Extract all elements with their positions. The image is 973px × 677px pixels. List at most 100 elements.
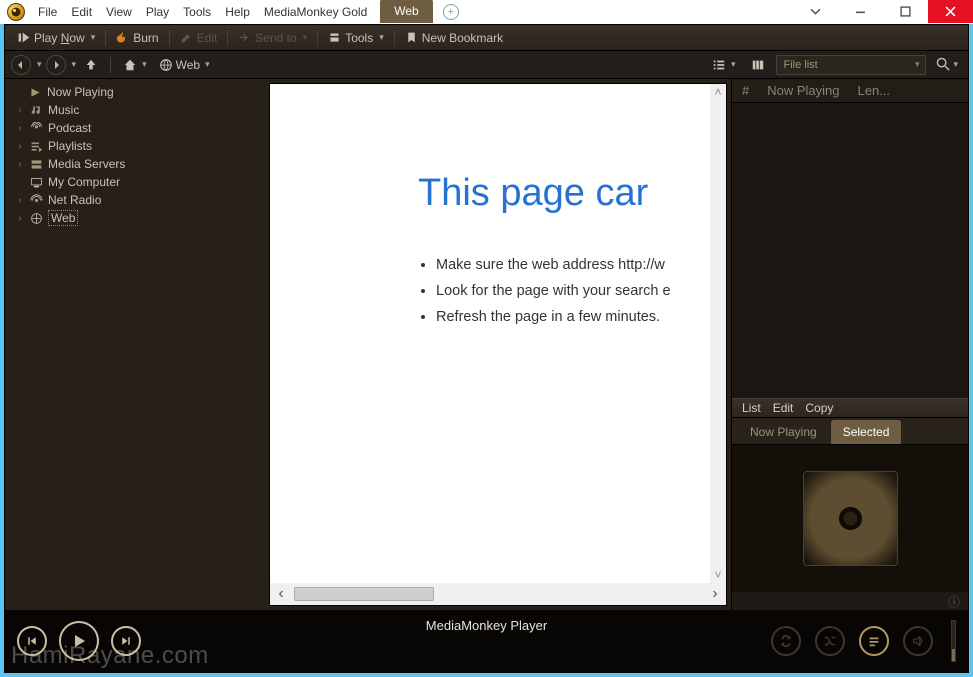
tab-selected[interactable]: Selected [831, 420, 902, 444]
tree-item-music[interactable]: › Music [5, 101, 265, 119]
file-list-label: File list [783, 59, 817, 71]
rp-menu-edit[interactable]: Edit [773, 401, 794, 415]
expand-icon[interactable]: › [15, 195, 25, 206]
horizontal-scrollbar[interactable]: ‹ › [270, 583, 726, 605]
tree-label: Web [48, 210, 78, 226]
radio-icon [30, 194, 43, 207]
search-button[interactable]: ▾ [932, 57, 962, 72]
player-bar: MediaMonkey Player HamiRayane.com [5, 610, 968, 672]
tree-item-web[interactable]: › Web [5, 209, 265, 227]
shuffle-icon [823, 634, 837, 648]
now-playing-icon [29, 86, 42, 99]
tools-button[interactable]: Tools▾ [322, 29, 390, 47]
minimize-button[interactable] [838, 0, 883, 23]
menu-tools[interactable]: Tools [176, 1, 218, 23]
col-number[interactable]: # [742, 83, 749, 98]
tree-label: Music [48, 103, 79, 117]
flame-icon [116, 31, 129, 44]
queue-button[interactable] [859, 626, 889, 656]
tracklist-header: # Now Playing Len... [732, 79, 968, 103]
menu-view[interactable]: View [99, 1, 139, 23]
send-to-button: Send to▾ [232, 29, 313, 47]
nav-back-button[interactable] [11, 55, 31, 75]
list-icon [712, 58, 726, 72]
col-now-playing[interactable]: Now Playing [767, 83, 839, 98]
rp-menu-list[interactable]: List [742, 401, 761, 415]
home-icon [123, 58, 137, 72]
tree-item-podcast[interactable]: › Podcast [5, 119, 265, 137]
expand-icon[interactable]: › [15, 123, 25, 134]
tree-label: Now Playing [47, 85, 114, 99]
computer-icon [30, 176, 43, 189]
crumb-web[interactable]: Web▾ [155, 56, 214, 74]
new-tab-button[interactable]: + [443, 4, 459, 20]
expand-icon[interactable]: › [15, 213, 25, 224]
scroll-left-icon[interactable]: ‹ [270, 585, 292, 603]
close-button[interactable] [928, 0, 973, 23]
prev-track-button[interactable] [17, 626, 47, 656]
tree-item-now-playing[interactable]: Now Playing [5, 83, 265, 101]
nav-up-button[interactable] [80, 56, 102, 74]
mute-button[interactable] [903, 626, 933, 656]
scroll-up-icon[interactable]: ˄ [710, 84, 726, 100]
error-bullet: Look for the page with your search e [436, 283, 726, 299]
tracklist-body[interactable] [732, 103, 968, 398]
col-length[interactable]: Len... [858, 83, 891, 98]
maximize-button[interactable] [883, 0, 928, 23]
embedded-browser: This page car Make sure the web address … [269, 83, 727, 606]
navigation-tree[interactable]: Now Playing › Music › Podcast › Playlist… [5, 79, 265, 610]
queue-icon [867, 634, 881, 648]
columns-icon [751, 58, 765, 72]
menu-file[interactable]: File [31, 1, 64, 23]
right-pane-menu: List Edit Copy [732, 398, 968, 418]
menu-edit[interactable]: Edit [64, 1, 99, 23]
scroll-down-icon[interactable]: ˅ [710, 567, 726, 583]
view-columns-button[interactable] [746, 56, 770, 74]
expand-icon[interactable]: › [15, 105, 25, 116]
play-button[interactable] [59, 621, 99, 661]
file-list-dropdown[interactable]: File list ▾ [776, 55, 926, 75]
repeat-button[interactable] [771, 626, 801, 656]
next-track-button[interactable] [111, 626, 141, 656]
right-pane-tabs: Now Playing Selected [732, 418, 968, 444]
tab-now-playing[interactable]: Now Playing [738, 420, 829, 444]
web-icon [159, 58, 173, 72]
tree-item-my-computer[interactable]: My Computer [5, 173, 265, 191]
shuffle-button[interactable] [815, 626, 845, 656]
burn-button[interactable]: Burn [110, 29, 164, 47]
tree-item-media-servers[interactable]: › Media Servers [5, 155, 265, 173]
window-frame: Play Now▾ Burn Edit Send to▾ Tools▾ New … [0, 24, 973, 677]
center-pane: This page car Make sure the web address … [265, 79, 731, 610]
search-icon [936, 57, 951, 72]
edit-icon [180, 31, 193, 44]
scroll-right-icon[interactable]: › [704, 585, 726, 603]
scroll-thumb[interactable] [294, 587, 434, 601]
dropdown-window-button[interactable] [793, 0, 838, 23]
expand-icon[interactable]: › [15, 141, 25, 152]
nav-toolbar: ▾ ▾ ▾ Web▾ ▾ File list ▾ ▾ [5, 51, 968, 79]
vertical-scrollbar[interactable]: ˄ ˅ [710, 84, 726, 583]
playlists-icon [30, 140, 43, 153]
view-list-button[interactable]: ▾ [707, 56, 741, 74]
repeat-icon [779, 634, 793, 648]
menu-play[interactable]: Play [139, 1, 176, 23]
player-extra-controls [771, 620, 956, 662]
volume-slider[interactable] [951, 620, 956, 662]
tree-label: Podcast [48, 121, 91, 135]
workspace: Now Playing › Music › Podcast › Playlist… [5, 79, 968, 610]
rp-menu-copy[interactable]: Copy [805, 401, 833, 415]
new-bookmark-button[interactable]: New Bookmark [399, 29, 509, 47]
menu-gold[interactable]: MediaMonkey Gold [257, 1, 374, 23]
play-now-button[interactable]: Play Now▾ [11, 29, 101, 47]
menu-help[interactable]: Help [218, 1, 257, 23]
disc-icon [803, 471, 898, 566]
tree-item-net-radio[interactable]: › Net Radio [5, 191, 265, 209]
expand-icon[interactable]: › [15, 159, 25, 170]
info-button[interactable]: ⓘ [732, 592, 968, 610]
nav-forward-button[interactable] [46, 55, 66, 75]
tab-web[interactable]: Web [380, 0, 432, 23]
crumb-label: Web [176, 58, 200, 72]
app-icon [7, 3, 25, 21]
nav-home-button[interactable]: ▾ [119, 56, 151, 74]
tree-item-playlists[interactable]: › Playlists [5, 137, 265, 155]
